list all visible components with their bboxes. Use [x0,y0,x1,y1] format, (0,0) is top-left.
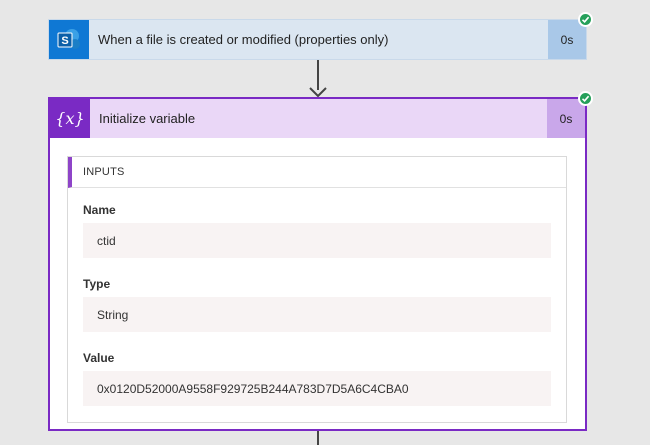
connector-line [317,431,319,445]
inputs-panel: INPUTS Name ctid Type String Value 0x012… [67,156,567,423]
arrow-down-icon [309,87,327,97]
initialize-variable-duration: 0s [547,99,585,138]
name-label: Name [83,203,116,217]
type-label: Type [83,277,111,291]
initialize-variable-header[interactable]: {x} Initialize variable 0s [50,99,585,138]
svg-text:{x}: {x} [55,109,84,128]
connector-line [317,60,319,90]
trigger-step-card[interactable]: S When a file is created or modified (pr… [48,19,587,60]
name-value: ctid [83,223,551,258]
svg-text:S: S [61,35,68,47]
inputs-heading: INPUTS [68,157,566,188]
value-value: 0x0120D52000A9558F929725B244A783D7D5A6C4… [83,371,551,406]
initialize-variable-title: Initialize variable [99,111,196,126]
variable-icon: {x} [50,99,90,138]
trigger-step-duration: 0s [548,20,586,59]
trigger-step-title: When a file is created or modified (prop… [98,32,389,47]
sharepoint-icon: S [49,20,89,59]
type-value: String [83,297,551,332]
initialize-variable-step-card[interactable]: {x} Initialize variable 0s INPUTS Name c… [48,97,587,431]
success-check-icon [578,91,593,106]
value-label: Value [83,351,115,365]
success-check-icon [578,12,593,27]
